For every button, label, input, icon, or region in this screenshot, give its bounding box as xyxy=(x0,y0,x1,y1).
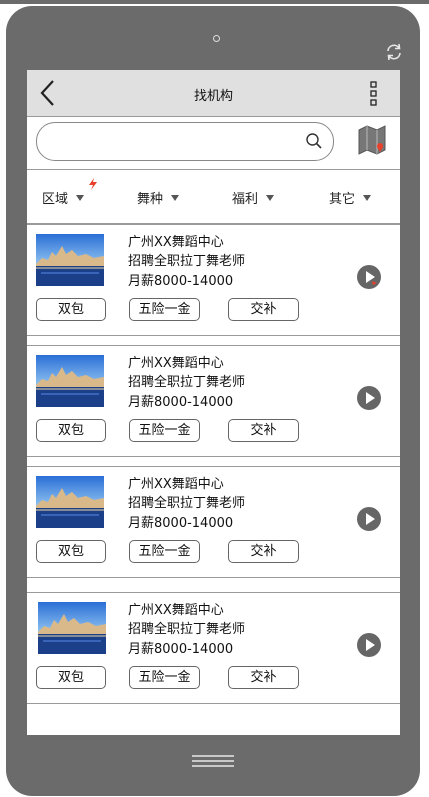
listing-salary: 月薪8000-14000 xyxy=(128,642,234,657)
filter-bar: 区域 舞种 福利 其它 xyxy=(27,170,400,224)
app-header: 找机构 xyxy=(27,70,400,117)
listing-org-name: 广州XX舞蹈中心 xyxy=(128,477,224,492)
tag-transport: 交补 xyxy=(228,419,299,442)
listing-position: 招聘全职拉丁舞老师 xyxy=(128,622,246,637)
listing-salary: 月薪8000-14000 xyxy=(128,516,234,531)
filter-region[interactable]: 区域 xyxy=(42,188,85,208)
more-vertical-icon[interactable] xyxy=(366,80,382,106)
filter-other-label: 其它 xyxy=(329,192,356,207)
filter-dance-type[interactable]: 舞种 xyxy=(137,188,180,208)
tag-housing: 双包 xyxy=(36,666,106,689)
listing-org-name: 广州XX舞蹈中心 xyxy=(128,356,224,371)
listing-thumbnail xyxy=(36,476,104,528)
camera-dot xyxy=(213,35,220,42)
tag-transport: 交补 xyxy=(228,540,299,563)
listing-card[interactable]: 广州XX舞蹈中心 招聘全职拉丁舞老师 月薪8000-14000 双包 五险一金 … xyxy=(27,592,400,704)
tag-housing: 双包 xyxy=(36,419,106,442)
listing-salary: 月薪8000-14000 xyxy=(128,395,234,410)
tag-insurance: 五险一金 xyxy=(129,419,200,442)
tag-transport: 交补 xyxy=(228,298,299,321)
listing-position: 招聘全职拉丁舞老师 xyxy=(128,375,246,390)
filter-benefits-label: 福利 xyxy=(232,192,259,207)
filter-dance-type-label: 舞种 xyxy=(137,192,164,207)
filter-benefits[interactable]: 福利 xyxy=(232,188,275,208)
play-icon[interactable] xyxy=(357,386,381,410)
app-screen: 找机构 区域 舞种 福利 其它 广州XX舞蹈中心 招聘全职拉丁舞老师 月薪800… xyxy=(27,70,400,735)
tag-insurance: 五险一金 xyxy=(129,298,200,321)
play-icon[interactable] xyxy=(357,633,381,657)
caret-down-icon xyxy=(171,194,180,201)
listing-thumbnail xyxy=(36,355,104,407)
filter-other[interactable]: 其它 xyxy=(329,188,372,208)
play-icon[interactable] xyxy=(357,507,381,531)
search-input[interactable] xyxy=(49,129,303,155)
tag-transport: 交补 xyxy=(228,666,299,689)
listing-position: 招聘全职拉丁舞老师 xyxy=(128,496,246,511)
caret-down-icon xyxy=(266,194,275,201)
play-icon[interactable] xyxy=(357,265,381,289)
listing-card[interactable]: 广州XX舞蹈中心 招聘全职拉丁舞老师 月薪8000-14000 双包 五险一金 … xyxy=(27,224,400,336)
listing-org-name: 广州XX舞蹈中心 xyxy=(128,603,224,618)
page-title: 找机构 xyxy=(193,89,233,104)
tag-insurance: 五险一金 xyxy=(129,540,200,563)
listing-org-name: 广州XX舞蹈中心 xyxy=(128,235,224,250)
tag-housing: 双包 xyxy=(36,298,106,321)
listing-salary: 月薪8000-14000 xyxy=(128,274,234,289)
map-icon[interactable] xyxy=(357,125,387,155)
home-menu-icon[interactable] xyxy=(192,755,234,767)
tag-housing: 双包 xyxy=(36,540,106,563)
search-icon[interactable] xyxy=(305,132,323,150)
listing-card[interactable]: 广州XX舞蹈中心 招聘全职拉丁舞老师 月薪8000-14000 双包 五险一金 … xyxy=(27,345,400,457)
listing-position: 招聘全职拉丁舞老师 xyxy=(128,254,246,269)
caret-down-icon xyxy=(76,194,85,201)
filter-region-label: 区域 xyxy=(42,192,69,207)
listing-thumbnail xyxy=(36,234,104,286)
search-bar-row xyxy=(27,117,400,170)
listing-list: 广州XX舞蹈中心 招聘全职拉丁舞老师 月薪8000-14000 双包 五险一金 … xyxy=(27,224,400,735)
caret-down-icon xyxy=(363,194,372,201)
listing-thumbnail xyxy=(38,602,106,654)
tag-insurance: 五险一金 xyxy=(129,666,200,689)
listing-card[interactable]: 广州XX舞蹈中心 招聘全职拉丁舞老师 月薪8000-14000 双包 五险一金 … xyxy=(27,466,400,578)
search-box[interactable] xyxy=(36,122,334,161)
rotate-icon[interactable] xyxy=(383,42,405,62)
status-strip xyxy=(0,0,429,4)
hot-badge-icon xyxy=(89,178,97,190)
